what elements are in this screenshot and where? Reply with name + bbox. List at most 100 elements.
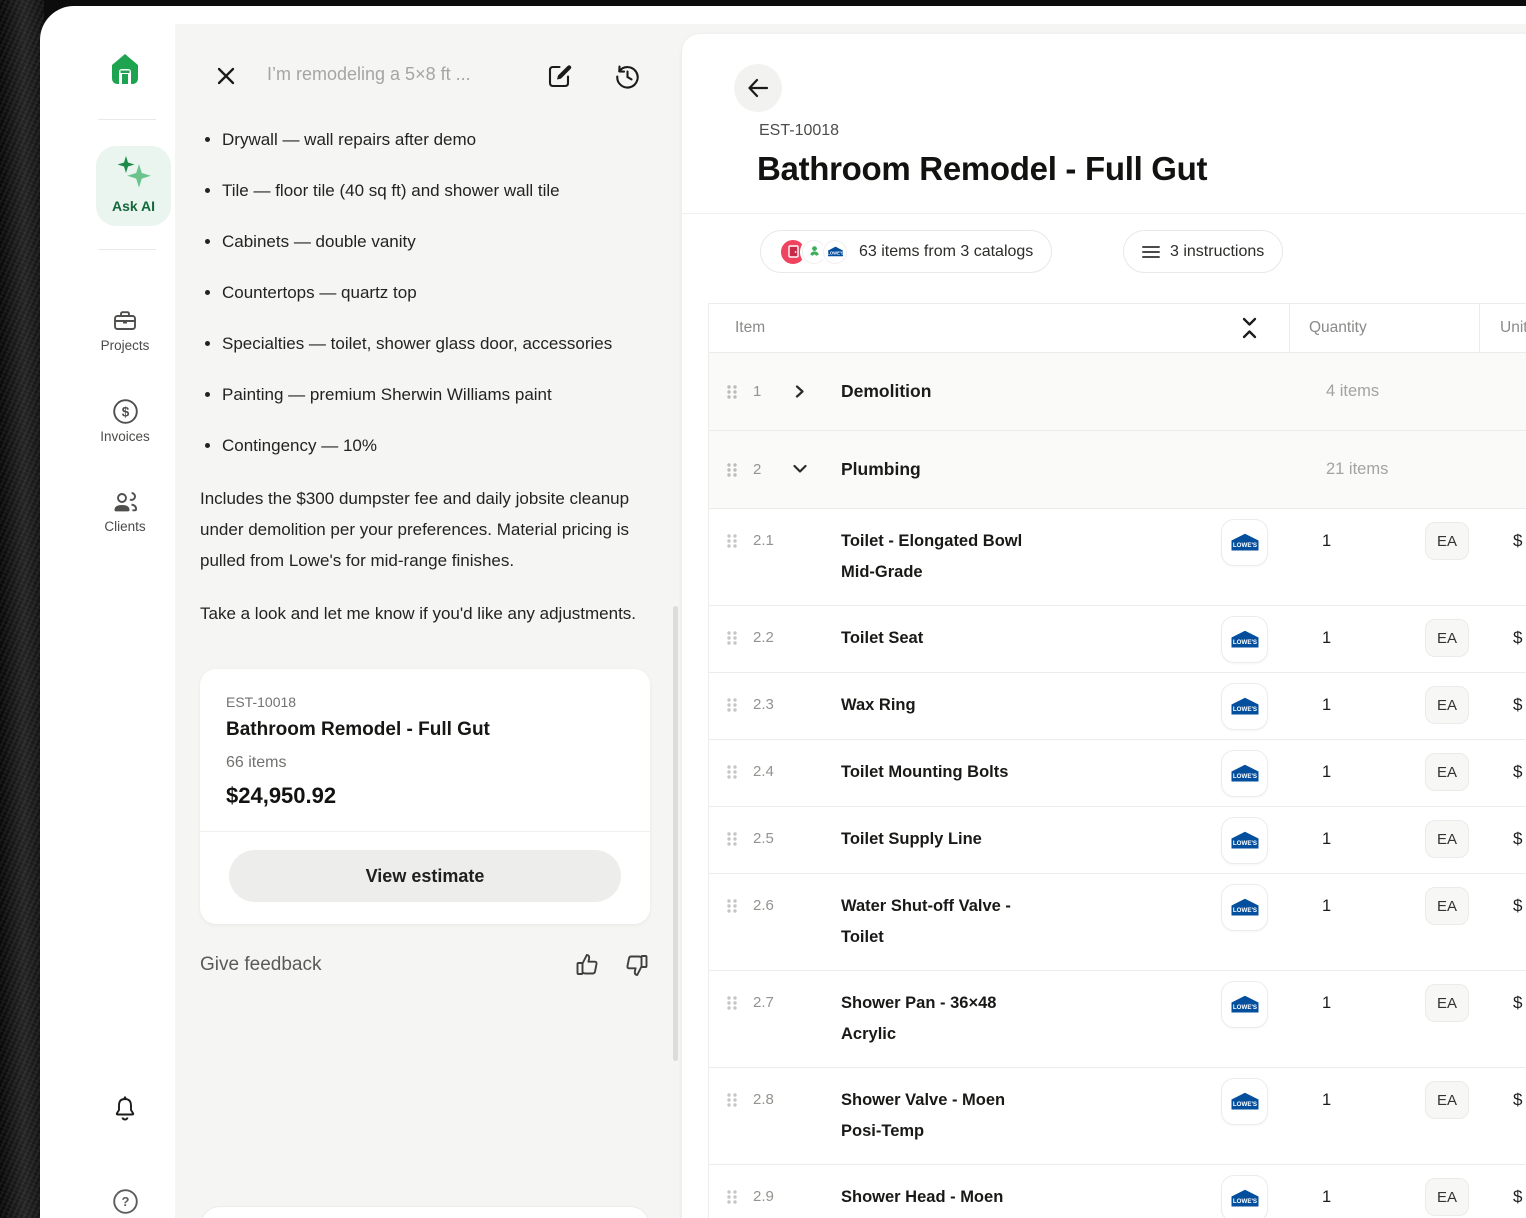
unit-badge[interactable]: EA	[1425, 686, 1469, 724]
table-item-row[interactable]: 2.6 Water Shut-off Valve - Toilet LOWE'S…	[709, 874, 1526, 971]
quantity-value[interactable]: 1	[1322, 981, 1331, 1025]
unit-badge[interactable]: EA	[1425, 619, 1469, 657]
catalog-badge[interactable]: LOWE'S	[1221, 519, 1268, 566]
sidebar-item-support[interactable]: ? Support	[92, 1188, 158, 1218]
item-name[interactable]: Wax Ring	[841, 690, 1041, 721]
lowes-logo-icon: LOWE'S	[1230, 1092, 1260, 1111]
item-name[interactable]: Toilet Seat	[841, 623, 1041, 654]
table-item-row[interactable]: 2.7 Shower Pan - 36×48 Acrylic LOWE'S 1 …	[709, 971, 1526, 1068]
drag-handle[interactable]	[725, 1092, 739, 1108]
drag-handle[interactable]	[725, 533, 739, 549]
unit-badge[interactable]: EA	[1425, 753, 1469, 791]
catalog-badge[interactable]: LOWE'S	[1221, 616, 1268, 663]
unit-cost-value[interactable]: $	[1513, 1175, 1522, 1218]
catalogs-pill[interactable]: LOWE'S 63 items from 3 catalogs	[760, 230, 1052, 273]
catalog-badge[interactable]: LOWE'S	[1221, 1175, 1268, 1218]
unit-cost-value[interactable]: $	[1513, 519, 1522, 563]
drag-handle[interactable]	[725, 898, 739, 914]
unit-badge[interactable]: EA	[1425, 984, 1469, 1022]
quantity-value[interactable]: 1	[1322, 817, 1331, 861]
unit-cost-value[interactable]: $	[1513, 1078, 1522, 1122]
back-button[interactable]	[734, 64, 782, 112]
catalog-badge[interactable]: LOWE'S	[1221, 1078, 1268, 1125]
quantity-value[interactable]: 1	[1322, 519, 1331, 563]
svg-text:LOWE'S: LOWE'S	[1232, 542, 1256, 549]
table-item-row[interactable]: 2.8 Shower Valve - Moen Posi-Temp LOWE'S…	[709, 1068, 1526, 1165]
sidebar-item-clients[interactable]: Clients	[92, 489, 158, 534]
collapse-all-button[interactable]	[1241, 315, 1258, 341]
quantity-value[interactable]: 1	[1322, 1078, 1331, 1122]
catalog-badge[interactable]: LOWE'S	[1221, 817, 1268, 864]
quantity-value[interactable]: 1	[1322, 616, 1331, 660]
drag-handle[interactable]	[725, 462, 739, 478]
group-item-count: 21 items	[1326, 431, 1388, 508]
unit-badge[interactable]: EA	[1425, 522, 1469, 560]
app-logo[interactable]	[92, 48, 158, 90]
column-header-unit-cost: Unit cost	[1500, 319, 1526, 337]
row-number: 2.6	[753, 884, 774, 928]
thumbs-down-button[interactable]	[624, 952, 650, 978]
chevron-down-icon[interactable]	[793, 463, 807, 475]
estimate-item-count: 66 items	[226, 754, 624, 772]
table-group-row[interactable]: 1 Demolition 4 items	[709, 353, 1526, 431]
sidebar-item-projects[interactable]: Projects	[92, 308, 158, 353]
quantity-value[interactable]: 1	[1322, 683, 1331, 727]
row-number: 2.5	[753, 817, 774, 861]
unit-cost-value[interactable]: $	[1513, 884, 1522, 928]
drag-handle[interactable]	[725, 630, 739, 646]
catalog-badge[interactable]: LOWE'S	[1221, 683, 1268, 730]
table-item-row[interactable]: 2.4 Toilet Mounting Bolts LOWE'S 1 EA $	[709, 740, 1526, 807]
sidebar: Ask AI Projects $ Invoices	[92, 24, 175, 1218]
drag-handle[interactable]	[725, 764, 739, 780]
item-name[interactable]: Water Shut-off Valve - Toilet	[841, 891, 1041, 953]
chat-title: I’m remodeling a 5×8 ft ...	[267, 64, 537, 85]
catalog-badge[interactable]: LOWE'S	[1221, 750, 1268, 797]
table-group-row[interactable]: 2 Plumbing 21 items	[709, 431, 1526, 509]
unit-badge[interactable]: EA	[1425, 820, 1469, 858]
chat-history-button[interactable]	[614, 63, 641, 90]
estimate-detail-panel: EST-10018 Bathroom Remodel - Full Gut	[682, 34, 1526, 1218]
unit-cost-value[interactable]: $	[1513, 683, 1522, 727]
chat-message-input[interactable]	[200, 1206, 650, 1218]
sidebar-item-ask-ai[interactable]: Ask AI	[96, 146, 171, 226]
quantity-value[interactable]: 1	[1322, 750, 1331, 794]
drag-handle[interactable]	[725, 697, 739, 713]
item-name[interactable]: Toilet Mounting Bolts	[841, 757, 1041, 788]
chat-scrollbar[interactable]	[673, 606, 678, 1061]
table-item-row[interactable]: 2.1 Toilet - Elongated Bowl Mid-Grade LO…	[709, 509, 1526, 606]
chevron-right-icon[interactable]	[793, 385, 806, 398]
table-item-row[interactable]: 2.3 Wax Ring LOWE'S 1 EA $	[709, 673, 1526, 740]
item-name[interactable]: Toilet - Elongated Bowl Mid-Grade	[841, 526, 1041, 588]
quantity-value[interactable]: 1	[1322, 884, 1331, 928]
close-chat-button[interactable]	[214, 64, 238, 88]
item-name[interactable]: Shower Valve - Moen Posi-Temp	[841, 1085, 1041, 1147]
svg-text:?: ?	[121, 1194, 129, 1209]
unit-badge[interactable]: EA	[1425, 1081, 1469, 1119]
instructions-pill[interactable]: 3 instructions	[1123, 230, 1283, 273]
unit-cost-value[interactable]: $	[1513, 817, 1522, 861]
item-name[interactable]: Shower Head - Moen	[841, 1182, 1041, 1213]
item-name[interactable]: Toilet Supply Line	[841, 824, 1041, 855]
catalog-badge[interactable]: LOWE'S	[1221, 884, 1268, 931]
table-item-row[interactable]: 2.9 Shower Head - Moen LOWE'S 1 EA $	[709, 1165, 1526, 1218]
quantity-value[interactable]: 1	[1322, 1175, 1331, 1218]
unit-badge[interactable]: EA	[1425, 887, 1469, 925]
sidebar-item-invoices[interactable]: $ Invoices	[92, 398, 158, 444]
drag-handle[interactable]	[725, 1189, 739, 1205]
view-estimate-button[interactable]: View estimate	[229, 850, 621, 902]
thumbs-up-button[interactable]	[574, 952, 600, 978]
table-item-row[interactable]: 2.5 Toilet Supply Line LOWE'S 1 EA $	[709, 807, 1526, 874]
new-chat-button[interactable]	[545, 62, 573, 90]
unit-cost-value[interactable]: $	[1513, 616, 1522, 660]
bell-icon	[113, 1096, 137, 1122]
drag-handle[interactable]	[725, 831, 739, 847]
notifications-button[interactable]	[92, 1096, 158, 1122]
catalog-badge[interactable]: LOWE'S	[1221, 981, 1268, 1028]
item-name[interactable]: Shower Pan - 36×48 Acrylic	[841, 988, 1041, 1050]
drag-handle[interactable]	[725, 995, 739, 1011]
unit-cost-value[interactable]: $	[1513, 981, 1522, 1025]
table-item-row[interactable]: 2.2 Toilet Seat LOWE'S 1 EA $	[709, 606, 1526, 673]
unit-badge[interactable]: EA	[1425, 1178, 1469, 1216]
unit-cost-value[interactable]: $	[1513, 750, 1522, 794]
drag-handle[interactable]	[725, 384, 739, 400]
